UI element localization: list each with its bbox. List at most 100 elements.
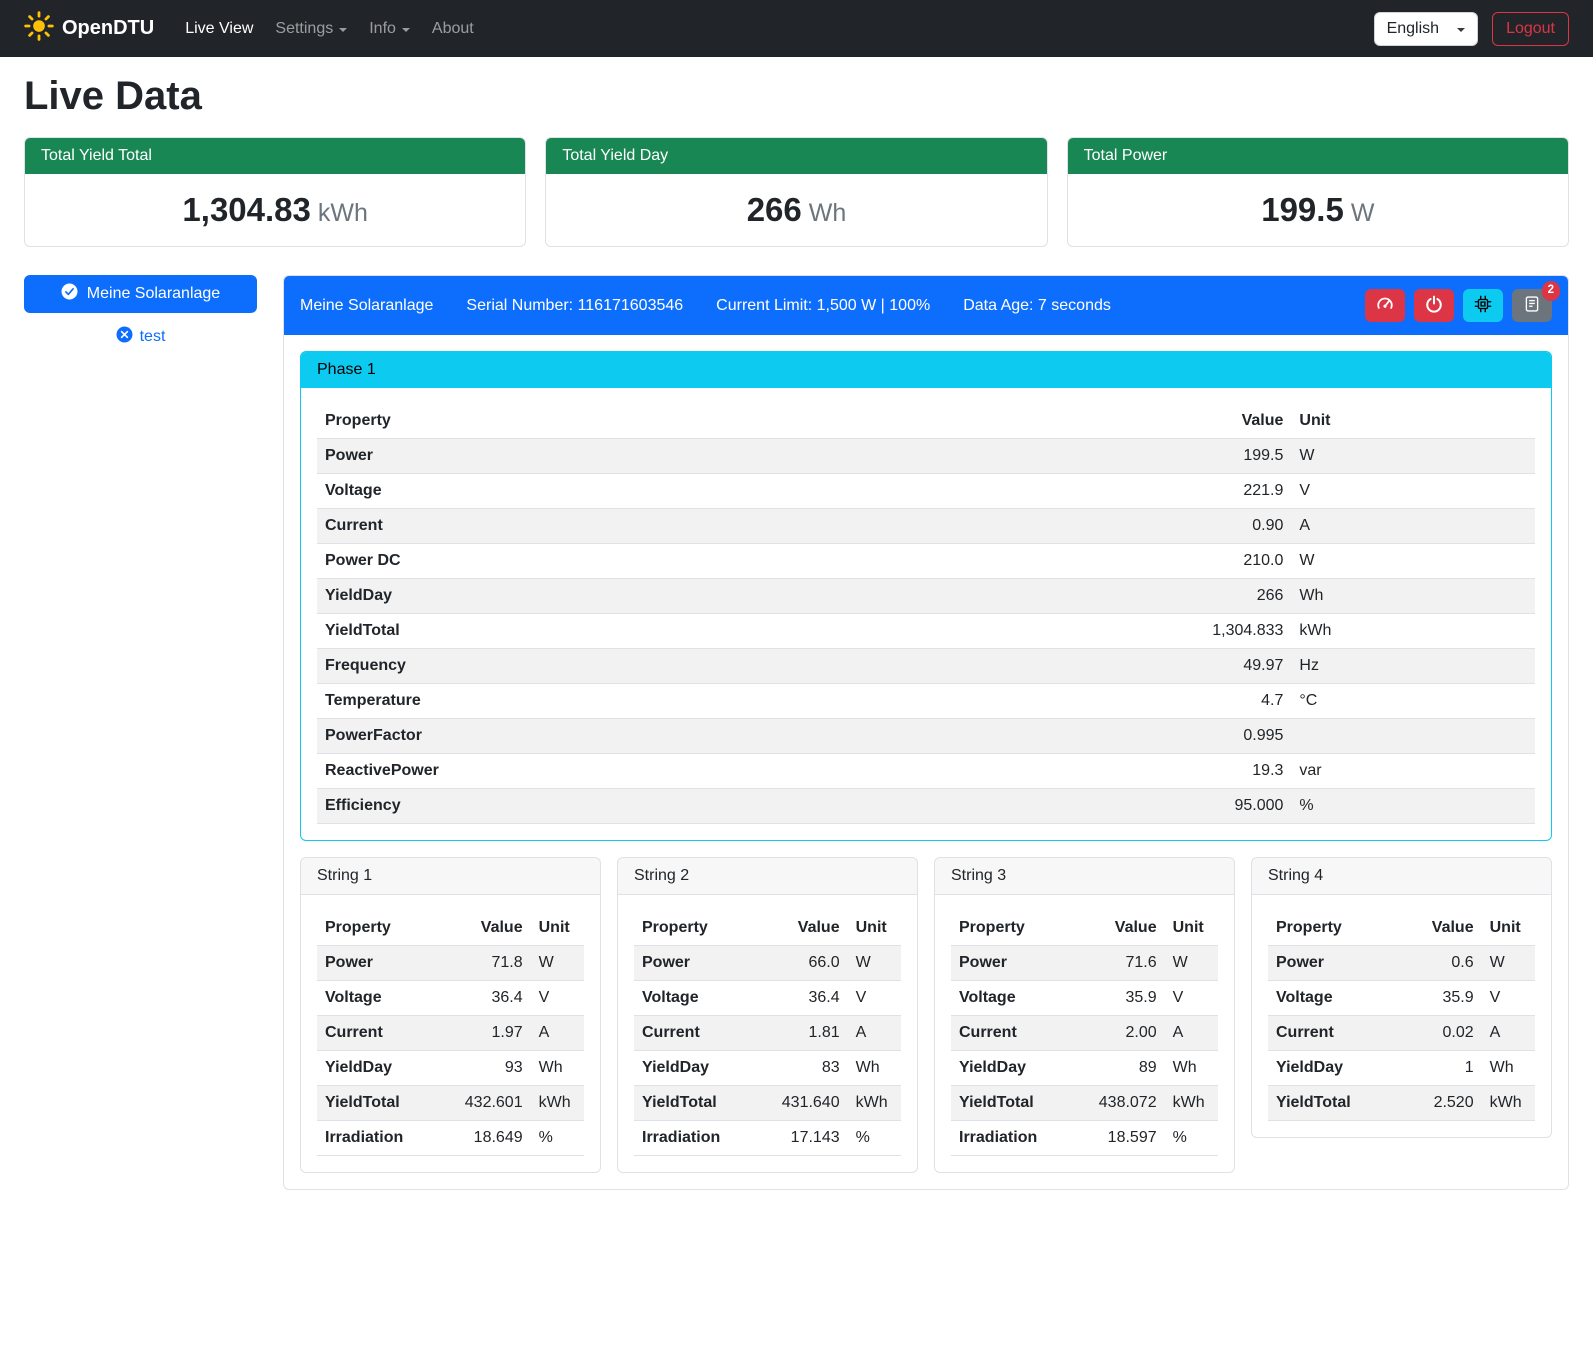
row-value: 1,304.833 — [1023, 614, 1291, 649]
row-unit: Hz — [1291, 649, 1535, 684]
column-header-unit: Unit — [1482, 911, 1535, 946]
column-header-value: Value — [1023, 404, 1291, 439]
column-header-property: Property — [317, 911, 457, 946]
row-property: PowerFactor — [317, 719, 1023, 754]
row-value: 89 — [1091, 1051, 1165, 1086]
event-log-button[interactable]: 2 — [1512, 289, 1552, 322]
row-unit: W — [1291, 439, 1535, 474]
language-select[interactable]: English — [1374, 12, 1478, 46]
table-row: Current 1.97 A — [317, 1016, 584, 1051]
row-unit: kWh — [848, 1086, 901, 1121]
row-value: 49.97 — [1023, 649, 1291, 684]
row-value: 18.597 — [1091, 1121, 1165, 1156]
table-header-row: Property Value Unit — [1268, 911, 1535, 946]
row-unit: V — [1291, 474, 1535, 509]
brand-name: OpenDTU — [62, 17, 154, 40]
row-property: YieldDay — [317, 1051, 457, 1086]
string-title: String 3 — [935, 858, 1234, 895]
row-value: 199.5 — [1023, 439, 1291, 474]
table-header-row: Property Value Unit — [951, 911, 1218, 946]
nav-links: Live View Settings Info About — [174, 12, 485, 46]
device-info-button[interactable] — [1463, 289, 1503, 322]
row-unit: V — [531, 981, 584, 1016]
table-row: YieldDay 83 Wh — [634, 1051, 901, 1086]
row-property: Irradiation — [317, 1121, 457, 1156]
row-unit: W — [1165, 946, 1218, 981]
row-property: Power — [317, 439, 1023, 474]
row-value: 35.9 — [1423, 981, 1482, 1016]
column-header-value: Value — [1091, 911, 1165, 946]
summary-card-title: Total Power — [1068, 138, 1568, 174]
table-row: Voltage 36.4 V — [634, 981, 901, 1016]
summary-card-body: 199.5W — [1068, 174, 1568, 246]
table-row: Power 199.5 W — [317, 439, 1535, 474]
nav-item-live-view[interactable]: Live View — [174, 12, 264, 46]
table-header-row: Property Value Unit — [317, 404, 1535, 439]
row-unit: Wh — [1165, 1051, 1218, 1086]
row-value: 17.143 — [774, 1121, 848, 1156]
nav-item-info[interactable]: Info — [358, 12, 421, 46]
table-row: YieldTotal 2.520 kWh — [1268, 1086, 1535, 1121]
table-row: Voltage 35.9 V — [951, 981, 1218, 1016]
summary-card: Total Yield Total 1,304.83kWh — [24, 137, 526, 247]
nav-item-label: Info — [369, 20, 396, 38]
string-title: String 1 — [301, 858, 600, 895]
table-row: Power 71.8 W — [317, 946, 584, 981]
check-circle-icon — [61, 283, 78, 305]
row-unit: W — [848, 946, 901, 981]
column-header-unit: Unit — [1165, 911, 1218, 946]
summary-card-body: 1,304.83kWh — [25, 174, 525, 246]
string-title: String 2 — [618, 858, 917, 895]
brand[interactable]: OpenDTU — [24, 11, 154, 47]
row-value: 35.9 — [1091, 981, 1165, 1016]
row-property: YieldDay — [1268, 1051, 1423, 1086]
row-property: YieldDay — [634, 1051, 774, 1086]
row-property: Current — [634, 1016, 774, 1051]
row-unit: Wh — [848, 1051, 901, 1086]
current-limit: Current Limit: 1,500 W | 100% — [716, 297, 930, 315]
nav-item-label: Live View — [185, 20, 253, 38]
row-unit: A — [848, 1016, 901, 1051]
row-property: Voltage — [951, 981, 1091, 1016]
chevron-down-icon — [339, 28, 347, 32]
row-property: Power DC — [317, 544, 1023, 579]
table-row: Current 2.00 A — [951, 1016, 1218, 1051]
table-header-row: Property Value Unit — [634, 911, 901, 946]
row-unit: A — [1165, 1016, 1218, 1051]
table-row: Irradiation 17.143 % — [634, 1121, 901, 1156]
row-value: 0.995 — [1023, 719, 1291, 754]
row-unit: kWh — [1165, 1086, 1218, 1121]
limit-settings-button[interactable] — [1365, 289, 1405, 322]
page-title: Live Data — [24, 74, 1569, 119]
row-unit: % — [848, 1121, 901, 1156]
row-value: 221.9 — [1023, 474, 1291, 509]
row-value: 66.0 — [774, 946, 848, 981]
row-property: Current — [317, 1016, 457, 1051]
row-value: 438.072 — [1091, 1086, 1165, 1121]
row-property: Voltage — [1268, 981, 1423, 1016]
nav-item-label: Settings — [275, 20, 333, 38]
column-header-value: Value — [457, 911, 531, 946]
inverter-name: test — [140, 328, 166, 346]
logout-button[interactable]: Logout — [1492, 12, 1569, 46]
row-value: 0.6 — [1423, 946, 1482, 981]
row-unit: W — [1291, 544, 1535, 579]
nav-item-settings[interactable]: Settings — [264, 12, 358, 46]
phase-title: Phase 1 — [301, 352, 1551, 388]
inverter-select-button[interactable]: Meine Solaranlage — [24, 275, 257, 313]
table-row: YieldDay 89 Wh — [951, 1051, 1218, 1086]
table-row: Voltage 35.9 V — [1268, 981, 1535, 1016]
nav-item-about[interactable]: About — [421, 12, 485, 46]
x-circle-icon — [116, 326, 133, 348]
row-value: 95.000 — [1023, 789, 1291, 824]
string-table: Property Value Unit Power — [317, 911, 584, 1156]
row-value: 4.7 — [1023, 684, 1291, 719]
table-row: Voltage 36.4 V — [317, 981, 584, 1016]
power-settings-button[interactable] — [1414, 289, 1454, 322]
row-property: YieldTotal — [1268, 1086, 1423, 1121]
row-value: 2.00 — [1091, 1016, 1165, 1051]
inverter-item-test[interactable]: test — [24, 326, 257, 348]
column-header-value: Value — [774, 911, 848, 946]
table-row: YieldDay 1 Wh — [1268, 1051, 1535, 1086]
row-property: Voltage — [634, 981, 774, 1016]
